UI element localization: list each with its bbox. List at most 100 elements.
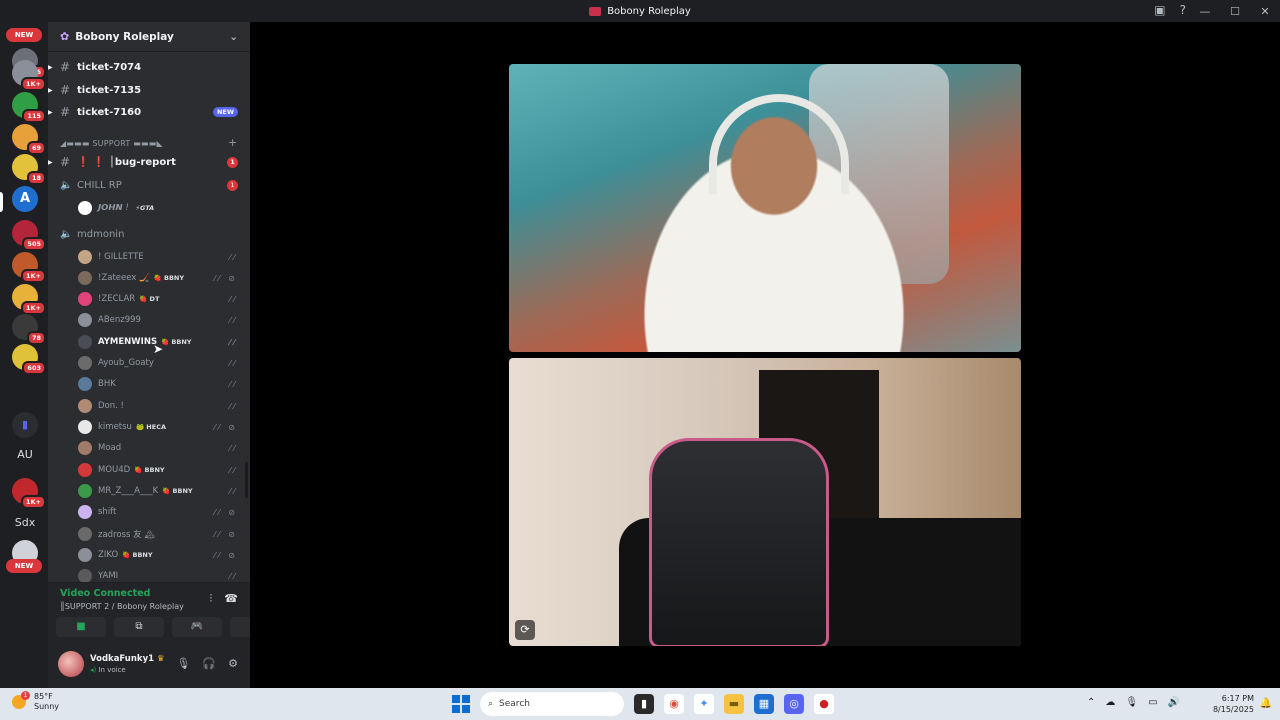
guild-icon[interactable]: 603: [12, 344, 46, 375]
voice-member[interactable]: ZIKO 🍓 BBNY ⁄⁄ ⊘: [48, 545, 250, 565]
user-avatar[interactable]: [58, 651, 84, 677]
muted-icon: ⁄⁄: [229, 315, 238, 325]
unread-indicator: ▶: [48, 86, 53, 94]
deafen-icon[interactable]: 🎧: [202, 657, 216, 670]
discord-icon[interactable]: ◎: [784, 694, 804, 714]
gamepad-icon: 🎮: [190, 621, 204, 632]
guild-icon[interactable]: 1K+: [12, 60, 46, 91]
settings-gear-icon[interactable]: ⚙: [228, 657, 238, 670]
video-content: [649, 438, 829, 646]
screen-share-icon[interactable]: ▣: [1154, 3, 1165, 17]
guild-icon[interactable]: 1K+: [12, 284, 46, 315]
noise-suppression-icon[interactable]: ⫶: [210, 592, 213, 606]
voice-location[interactable]: ║SUPPORT 2 / Bobony Roleplay: [60, 602, 184, 611]
weather-widget[interactable]: 1 85°F Sunny: [12, 691, 59, 712]
voice-channel-mdmonin[interactable]: 🔈 mdmonin: [48, 224, 250, 244]
disconnect-icon[interactable]: ☎: [224, 592, 238, 606]
swap-camera-icon[interactable]: ⟳: [515, 620, 535, 640]
muted-icon: ⁄⁄ ⊘: [214, 529, 238, 539]
voice-member[interactable]: Ayoub_Goaty ⁄⁄: [48, 353, 250, 373]
voice-member[interactable]: ABenz999 ⁄⁄: [48, 310, 250, 330]
voice-member[interactable]: YAMI ⁄⁄: [48, 566, 250, 582]
voice-member[interactable]: AYMENWINS 🍓 BBNY ⁄⁄: [48, 332, 250, 352]
avatar: [78, 356, 92, 370]
voice-member[interactable]: zadross 友 🏔 ⁄⁄ ⊘: [48, 524, 250, 544]
close-button[interactable]: ✕: [1250, 5, 1280, 18]
channel-ticket-7074[interactable]: ▶ # ticket-7074: [48, 57, 250, 77]
voice-member[interactable]: shift ⁄⁄ ⊘: [48, 502, 250, 522]
screen-share-button[interactable]: ⧉: [114, 617, 164, 637]
volume-icon[interactable]: 🔊: [1168, 697, 1180, 708]
chevron-up-icon[interactable]: ⌃: [1087, 697, 1095, 708]
store-icon[interactable]: ▦: [754, 694, 774, 714]
guild-icon[interactable]: A: [12, 186, 38, 212]
server-header[interactable]: ✿ Bobony Roleplay ⌄: [48, 22, 250, 52]
video-tile-1[interactable]: [509, 64, 1021, 352]
windows-start-icon[interactable]: [452, 695, 470, 713]
file-explorer-icon[interactable]: ▬: [724, 694, 744, 714]
voice-channel-chill-rp[interactable]: 🔈 CHILL RP 1: [48, 175, 250, 195]
network-icon[interactable]: ☁: [1105, 697, 1115, 708]
voice-member[interactable]: 𝙅𝙊𝙃𝙉 ! ⚡GTA: [48, 198, 250, 218]
avatar: [78, 271, 92, 285]
voice-member[interactable]: ! GILLETTE ⁄⁄: [48, 247, 250, 267]
windows-taskbar: 1 85°F Sunny ⌕ Search ▮ ◉ ✦ ▬ ▦ ◎ ● ⌃ ☁ …: [0, 688, 1280, 720]
folder-icon[interactable]: ▮: [12, 412, 38, 438]
voice-member[interactable]: kimetsu 🐸 HECA ⁄⁄ ⊘: [48, 417, 250, 437]
video-stage: ⟳: [250, 22, 1280, 688]
chrome-icon[interactable]: ◉: [664, 694, 684, 714]
notification-bell-icon[interactable]: 🔔: [1260, 698, 1272, 709]
muted-icon: ⁄⁄: [229, 486, 238, 496]
maximize-button[interactable]: ☐: [1220, 5, 1250, 18]
display-icon[interactable]: ▭: [1148, 697, 1157, 708]
guild-au[interactable]: AU: [10, 448, 40, 461]
activity-button[interactable]: 🎮: [172, 617, 222, 637]
voice-member[interactable]: Don. ! ⁄⁄: [48, 396, 250, 416]
scrollbar[interactable]: [245, 462, 248, 498]
username[interactable]: VodkaFunky1 ♛: [90, 654, 165, 664]
mouse-cursor-icon: ➤: [153, 342, 164, 356]
guild-icon[interactable]: 505: [12, 220, 46, 251]
taskbar-search[interactable]: ⌕ Search: [480, 692, 624, 716]
microphone-icon[interactable]: 🎙: [1125, 697, 1138, 708]
selected-pill: [0, 192, 3, 212]
voice-member[interactable]: !ZECLAR 🍓 DT ⁄⁄: [48, 289, 250, 309]
unread-indicator: ▶: [48, 158, 53, 166]
plus-icon[interactable]: +: [228, 136, 237, 149]
camera-button[interactable]: ■: [56, 617, 106, 637]
mention-badge: 1: [227, 179, 238, 191]
title-bar: Bobony Roleplay ▣ ? — ☐ ✕: [0, 0, 1280, 22]
clock[interactable]: 6:17 PM 8/15/2025: [1213, 693, 1254, 715]
channel-ticket-7160[interactable]: ▶ # ticket-7160 NEW: [48, 102, 250, 122]
muted-icon: ⁄⁄: [229, 401, 238, 411]
minimize-button[interactable]: —: [1190, 5, 1220, 18]
hash-icon: #: [60, 155, 71, 169]
channel-ticket-7135[interactable]: ▶ # ticket-7135: [48, 80, 250, 100]
voice-member[interactable]: Moad ⁄⁄: [48, 438, 250, 458]
voice-member[interactable]: !Zateeex 🏒 🍓 BBNY ⁄⁄ ⊘: [48, 268, 250, 288]
guild-icon[interactable]: 1K+: [12, 252, 46, 283]
guild-icon[interactable]: 18: [12, 154, 46, 185]
app-icon[interactable]: ●: [814, 694, 834, 714]
muted-icon: ⁄⁄: [229, 443, 238, 453]
guild-sdx[interactable]: Sdx: [10, 516, 40, 529]
guild-icon[interactable]: 78: [12, 314, 46, 345]
guild-icon[interactable]: 69: [12, 124, 46, 155]
channel-sidebar: ✿ Bobony Roleplay ⌄ ▶ # ticket-7074 ▶ # …: [48, 22, 280, 688]
microphone-icon[interactable]: 🎙: [176, 657, 190, 670]
category-support[interactable]: ◢▬▬▬ SUPPORT ▬▬▬◣ +: [60, 136, 237, 149]
voice-member[interactable]: MOU4D 🍓 BBNY ⁄⁄: [48, 460, 250, 480]
help-icon[interactable]: ?: [1180, 3, 1186, 17]
hash-icon: #: [60, 60, 71, 74]
hash-icon: #: [60, 105, 71, 119]
task-view-icon[interactable]: ▮: [634, 694, 654, 714]
channel-bug-report[interactable]: ▶ # ❗ ❗ │bug-report 1: [48, 152, 250, 172]
voice-member[interactable]: BHK ⁄⁄: [48, 374, 250, 394]
server-list: NEW 676 1K+ 115 69 18 A 505 1K+ 1K+ 78 6…: [0, 22, 48, 688]
unread-indicator: ▶: [48, 108, 53, 116]
guild-icon[interactable]: 115: [12, 92, 46, 123]
guild-icon[interactable]: 1K+: [12, 478, 46, 509]
video-tile-2[interactable]: ⟳: [509, 358, 1021, 646]
copilot-icon[interactable]: ✦: [694, 694, 714, 714]
voice-member[interactable]: MR_Z___A___K 🍓 BBNY ⁄⁄: [48, 481, 250, 501]
